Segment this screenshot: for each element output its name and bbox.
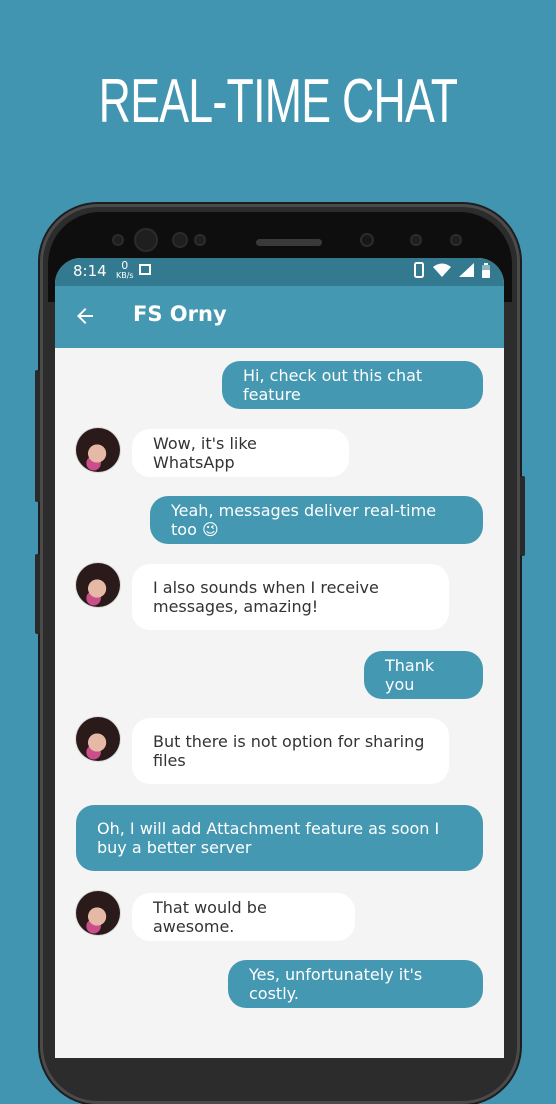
message-text: Yeah, messages deliver real-time too 😉 (171, 501, 437, 539)
message-list[interactable]: Hi, check out this chat feature Wow, it'… (55, 348, 504, 1058)
chat-title: FS Orny (133, 302, 227, 326)
sensor-dot (450, 234, 462, 246)
message-text: Wow, it's like WhatsApp (153, 434, 257, 472)
received-message[interactable]: Wow, it's like WhatsApp (132, 429, 349, 477)
message-text: Thank you (385, 656, 435, 694)
sent-message[interactable]: Yes, unfortunately it's costly. (228, 960, 483, 1008)
network-speed-value: 0 (121, 259, 129, 272)
wifi-icon (433, 263, 451, 277)
bixby-button (35, 554, 40, 634)
message-text: I also sounds when I receive messages, a… (153, 578, 379, 616)
message-text: But there is not option for sharing file… (153, 732, 425, 770)
earpiece-speaker (256, 239, 322, 246)
message-text: Hi, check out this chat feature (243, 366, 423, 404)
app-bar: FS Orny (55, 286, 504, 348)
contact-avatar[interactable] (76, 717, 120, 761)
power-button (520, 476, 525, 556)
contact-avatar[interactable] (76, 563, 120, 607)
image-notification-icon (139, 264, 151, 275)
sent-message[interactable]: Thank you (364, 651, 483, 699)
received-message[interactable]: But there is not option for sharing file… (132, 718, 449, 784)
vibrate-icon (414, 262, 424, 278)
network-speed: 0 KB/s (116, 260, 134, 280)
sent-message[interactable]: Oh, I will add Attachment feature as soo… (76, 805, 483, 871)
sent-message[interactable]: Hi, check out this chat feature (222, 361, 483, 409)
status-time: 8:14 (73, 262, 107, 280)
contact-avatar[interactable] (76, 428, 120, 472)
back-arrow-icon[interactable] (73, 304, 97, 328)
status-bar: 8:14 0 KB/s (55, 258, 504, 286)
volume-button (35, 370, 40, 502)
message-text: Yes, unfortunately it's costly. (249, 965, 423, 1003)
status-icons (413, 262, 490, 278)
network-speed-unit: KB/s (116, 271, 134, 280)
message-text: Oh, I will add Attachment feature as soo… (97, 819, 440, 857)
headline: REAL-TIME CHAT (98, 67, 458, 136)
phone-screen: 8:14 0 KB/s FS Orny Hi, check out this c… (55, 258, 504, 1058)
received-message[interactable]: I also sounds when I receive messages, a… (132, 564, 449, 630)
selfie-camera (360, 233, 374, 247)
sensor-dot (172, 232, 188, 248)
signal-icon (459, 263, 474, 277)
received-message[interactable]: That would be awesome. (132, 893, 355, 941)
sent-message[interactable]: Yeah, messages deliver real-time too 😉 (150, 496, 483, 544)
front-camera (134, 228, 158, 252)
message-text: That would be awesome. (153, 898, 267, 936)
sensor-dot (410, 234, 422, 246)
sensor-dot (112, 234, 124, 246)
contact-avatar[interactable] (76, 891, 120, 935)
battery-icon (482, 262, 490, 278)
sensor-dot (194, 234, 206, 246)
